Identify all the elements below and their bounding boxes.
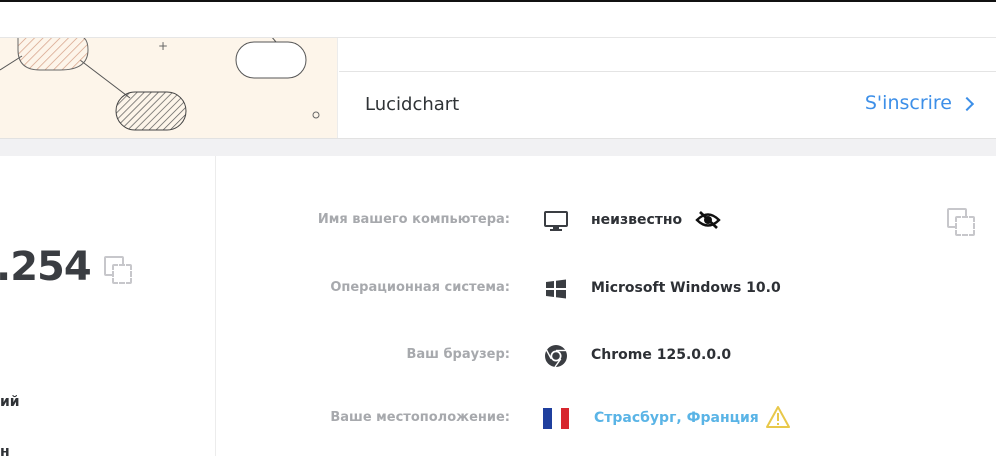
left-text-fragment-2: н	[0, 444, 10, 456]
ip-panel: .254 ий н	[0, 156, 216, 456]
eye-slash-icon[interactable]	[695, 209, 721, 231]
chrome-icon	[545, 345, 567, 368]
location-label: Ваше местоположение:	[330, 410, 510, 425]
info-row-os: Операционная система: Microsoft Windows …	[217, 274, 996, 304]
location-link[interactable]: Страсбург, Франция	[594, 410, 759, 426]
chevron-right-icon	[959, 96, 975, 112]
copy-ip-icon[interactable]	[104, 256, 134, 286]
left-text-fragment: ий	[0, 394, 20, 410]
info-row-browser: Ваш браузер: Chrome 125.0.0.0	[217, 341, 996, 371]
warning-icon[interactable]	[766, 405, 790, 429]
ip-address: .254	[0, 244, 92, 290]
france-flag-icon	[543, 408, 569, 429]
os-label: Операционная система:	[330, 280, 510, 295]
system-info-panel: Имя вашего компьютера: неизвестно Операц…	[217, 156, 996, 456]
info-row-computer-name: Имя вашего компьютера: неизвестно	[217, 206, 996, 236]
ad-banner[interactable]: + Lucidchart S'inscrire	[0, 38, 996, 138]
ad-illustration: +	[0, 38, 338, 138]
section-divider	[0, 138, 996, 156]
ad-brand-name: Lucidchart	[365, 94, 460, 115]
computer-name-value: неизвестно	[591, 212, 683, 228]
ad-card[interactable]: Lucidchart S'inscrire	[339, 38, 996, 138]
os-value: Microsoft Windows 10.0	[591, 280, 781, 296]
ad-divider	[339, 71, 996, 72]
signup-button[interactable]: S'inscrire	[864, 92, 975, 114]
browser-value: Chrome 125.0.0.0	[591, 347, 732, 363]
top-bar	[0, 0, 996, 38]
windows-icon	[546, 279, 566, 299]
computer-name-label: Имя вашего компьютера:	[317, 212, 510, 227]
browser-label: Ваш браузер:	[406, 347, 510, 362]
signup-label: S'inscrire	[864, 92, 952, 114]
info-row-location: Ваше местоположение: Страсбург, Франция	[217, 404, 996, 434]
svg-text:+: +	[158, 39, 168, 53]
monitor-icon	[544, 211, 568, 231]
diagram-illustration: +	[0, 38, 320, 131]
